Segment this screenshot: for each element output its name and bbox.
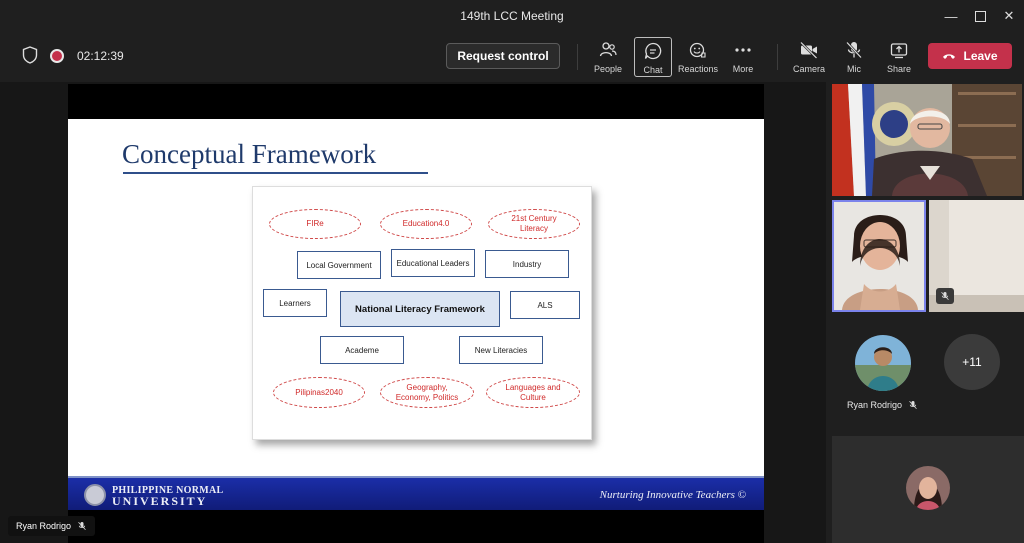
mic-off-icon <box>909 400 917 410</box>
participant-name-row: Ryan Rodrigo <box>847 400 918 410</box>
shared-screen-bottom-bar <box>68 510 764 543</box>
mic-label: Mic <box>847 64 861 74</box>
share-label: Share <box>886 64 912 74</box>
framework-diagram: FIRe Education4.0 21st Century Literacy … <box>252 186 592 440</box>
presenter-name: Ryan Rodrigo <box>16 521 72 531</box>
leave-label: Leave <box>963 49 998 63</box>
mic-button[interactable]: Mic <box>834 37 874 77</box>
oval-21st-century-literacy-label: 21st Century Literacy <box>511 214 557 233</box>
university-motto: Nurturing Innovative Teachers © <box>599 489 746 501</box>
share-button[interactable]: Share <box>879 37 919 77</box>
camera-label: Camera <box>792 64 825 74</box>
avatar-photo <box>906 466 950 510</box>
oval-education40: Education4.0 <box>380 209 472 239</box>
meeting-toolbar: 02:12:39 Request control People Chat Rea… <box>0 32 1024 82</box>
meeting-timer: 02:12:39 <box>77 49 124 63</box>
more-label: More <box>732 64 754 74</box>
box-national-literacy-framework: National Literacy Framework <box>340 291 500 327</box>
reactions-button[interactable]: Reactions <box>678 37 718 77</box>
participant-mute-badge <box>936 288 954 304</box>
recording-icon <box>50 49 64 63</box>
reactions-icon <box>689 42 706 58</box>
request-control-button[interactable]: Request control <box>446 43 560 69</box>
oval-languages-and-culture: Languages and Culture <box>486 377 580 408</box>
phone-hangup-icon <box>943 54 956 59</box>
university-name-line2: UNIVERSITY <box>112 494 208 508</box>
box-local-government: Local Government <box>297 251 381 279</box>
leave-button[interactable]: Leave <box>928 43 1012 69</box>
self-avatar <box>906 466 950 510</box>
divider <box>577 44 578 70</box>
box-new-literacies: New Literacies <box>459 336 543 364</box>
shared-slide: Conceptual Framework FIRe Education4.0 2… <box>68 119 764 476</box>
mic-off-icon <box>846 41 862 59</box>
box-als: ALS <box>510 291 580 319</box>
window-title: 149th LCC Meeting <box>460 9 564 23</box>
oval-languages-label: Languages and Culture <box>505 382 561 402</box>
shared-screen-top-bar <box>68 84 764 119</box>
divider <box>777 44 778 70</box>
box-learners: Learners <box>263 289 327 317</box>
participant-video-tile-active-speaker[interactable] <box>832 200 926 312</box>
self-view-tile[interactable] <box>832 436 1024 543</box>
shield-icon <box>22 46 38 64</box>
title-bar: 149th LCC Meeting — ✕ <box>0 0 1024 32</box>
slide-footer-banner: PHILIPPINE NORMAL UNIVERSITY Nurturing I… <box>68 476 764 510</box>
oval-21st-century-literacy: 21st Century Literacy <box>488 209 580 239</box>
chat-button[interactable]: Chat <box>634 37 672 77</box>
maximize-icon[interactable] <box>969 6 991 26</box>
title-underline <box>123 172 428 174</box>
more-icon <box>735 48 751 52</box>
chat-label: Chat <box>643 65 663 75</box>
participant-name: Ryan Rodrigo <box>847 400 903 410</box>
oval-geography-label: Geography, Economy, Politics <box>395 382 459 402</box>
participant-avatar[interactable] <box>855 335 911 391</box>
box-academe: Academe <box>320 336 404 364</box>
camera-button[interactable]: Camera <box>789 37 829 77</box>
camera-off-icon <box>800 41 818 59</box>
presenter-name-chip: Ryan Rodrigo <box>8 516 96 536</box>
people-button[interactable]: People <box>588 37 628 77</box>
minimize-icon[interactable]: — <box>940 6 962 26</box>
mic-off-icon <box>941 291 949 301</box>
people-icon <box>599 42 617 57</box>
reactions-label: Reactions <box>677 64 719 74</box>
oval-geography-economy-politics: Geography, Economy, Politics <box>380 377 474 408</box>
mic-off-icon <box>78 521 86 531</box>
participant-video-tile[interactable] <box>832 84 1022 196</box>
close-icon[interactable]: ✕ <box>998 6 1020 26</box>
more-participants-button[interactable]: +11 <box>944 334 1000 390</box>
more-button[interactable]: More <box>723 37 763 77</box>
participant-video <box>834 202 924 310</box>
university-seal-icon <box>84 484 106 506</box>
chat-icon <box>644 42 662 60</box>
oval-fire: FIRe <box>269 209 361 239</box>
box-educational-leaders: Educational Leaders <box>391 249 475 277</box>
share-icon <box>890 43 908 59</box>
people-label: People <box>593 64 623 74</box>
slide-title: Conceptual Framework <box>122 139 377 169</box>
box-industry: Industry <box>485 250 569 278</box>
participant-video <box>832 84 1022 196</box>
avatar-photo <box>855 335 911 391</box>
oval-pilipinas2040: Pilipinas2040 <box>273 377 365 408</box>
